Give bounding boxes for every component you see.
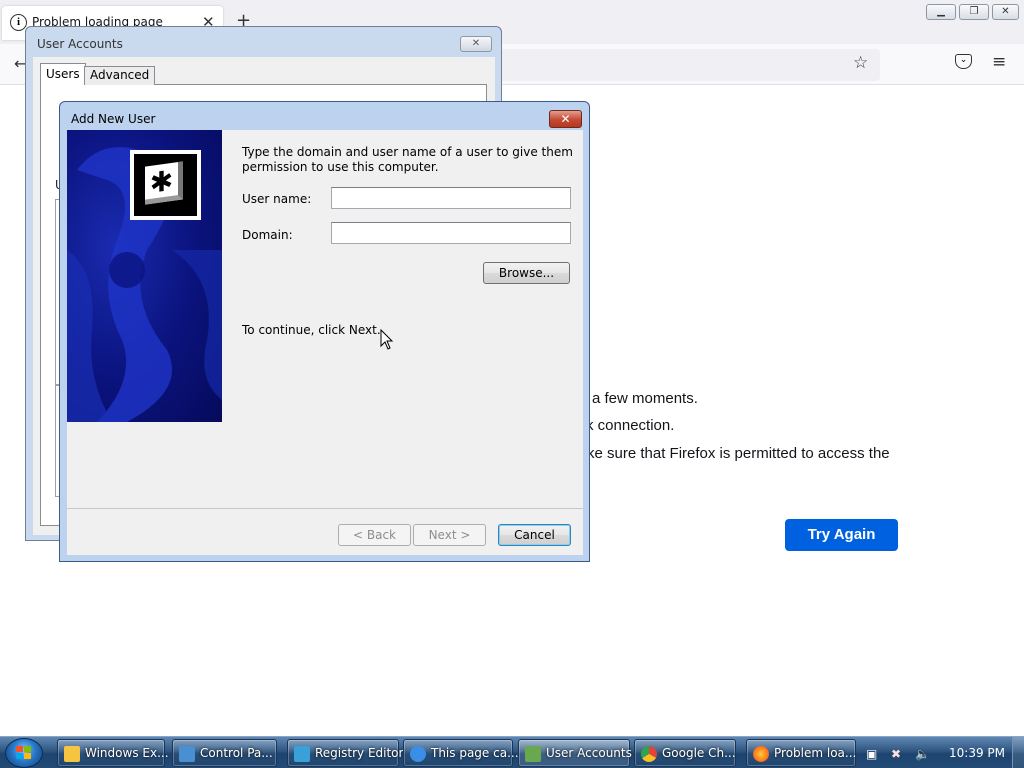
restore-button[interactable]: ❐ <box>959 4 989 20</box>
pocket-icon[interactable]: ⌄ <box>955 54 972 69</box>
show-desktop-button[interactable] <box>1012 737 1024 768</box>
taskbar-item-registry-editor[interactable]: Registry Editor <box>287 739 403 767</box>
error-text-line: a few moments. <box>592 390 698 407</box>
internet-explorer-icon <box>410 746 426 762</box>
start-button[interactable] <box>5 738 43 768</box>
username-label: User name: <box>242 192 312 206</box>
taskbar-clock[interactable]: 10:39 PM <box>949 746 1005 760</box>
taskbar-item-control-panel[interactable]: Control Pa... <box>172 739 277 767</box>
error-text-line: k connection. <box>586 417 675 434</box>
try-again-button[interactable]: Try Again <box>785 519 898 551</box>
hamburger-menu-icon[interactable]: ≡ <box>992 52 1006 72</box>
chrome-icon <box>641 746 657 762</box>
tab-users[interactable]: Users <box>40 63 86 85</box>
add-user-key-icon: ✱ <box>130 150 201 220</box>
minimize-button[interactable]: ▁ <box>926 4 956 20</box>
next-button[interactable]: Next > <box>413 524 486 546</box>
registry-editor-icon <box>294 746 310 762</box>
close-window-button[interactable]: ✕ <box>992 4 1019 20</box>
firefox-icon <box>753 746 769 762</box>
dialog-instructions-line2: permission to use this computer. <box>242 160 439 174</box>
browse-button[interactable]: Browse... <box>483 262 570 284</box>
user-accounts-close-button[interactable]: ✕ <box>460 36 492 52</box>
bookmark-star-icon[interactable]: ☆ <box>853 53 868 73</box>
dialog-title: Add New User <box>71 112 156 126</box>
taskbar: Windows Ex... Control Pa... Registry Edi… <box>0 736 1024 768</box>
taskbar-item-internet-explorer[interactable]: This page ca... <box>403 739 519 767</box>
network-disconnected-icon[interactable]: ✖ <box>891 747 901 761</box>
taskbar-item-google-chrome[interactable]: Google Ch... <box>634 739 736 767</box>
folder-icon <box>64 746 80 762</box>
dialog-separator <box>67 508 583 509</box>
continue-instruction: To continue, click Next. <box>242 323 381 337</box>
username-input[interactable] <box>331 187 571 209</box>
windows-logo-icon <box>16 746 32 760</box>
back-button[interactable]: < Back <box>338 524 411 546</box>
user-accounts-icon <box>525 746 541 762</box>
tab-advanced[interactable]: Advanced <box>84 66 156 85</box>
dialog-close-button[interactable]: ✕ <box>549 110 582 128</box>
wizard-banner-image: ✱ <box>67 130 222 422</box>
cancel-button[interactable]: Cancel <box>498 524 571 546</box>
taskbar-item-firefox[interactable]: Problem loa... <box>746 739 856 767</box>
mouse-cursor-icon <box>380 329 394 350</box>
error-text-line: ke sure that Firefox is permitted to acc… <box>587 445 890 462</box>
domain-input[interactable] <box>331 222 571 244</box>
add-new-user-dialog: Add New User ✕ ✱ Type the domain and use… <box>59 101 590 562</box>
domain-label: Domain: <box>242 228 293 242</box>
volume-icon[interactable]: 🔈 <box>915 747 930 761</box>
info-icon: i <box>10 14 27 31</box>
taskbar-item-windows-explorer[interactable]: Windows Ex... <box>57 739 169 767</box>
taskbar-item-user-accounts[interactable]: User Accounts <box>518 739 632 767</box>
control-panel-icon <box>179 746 195 762</box>
dialog-body: ✱ Type the domain and user name of a use… <box>67 130 583 555</box>
user-accounts-title: User Accounts <box>37 37 123 51</box>
action-center-icon[interactable]: ▣ <box>866 747 877 761</box>
dialog-instructions: Type the domain and user name of a user … <box>242 145 573 159</box>
